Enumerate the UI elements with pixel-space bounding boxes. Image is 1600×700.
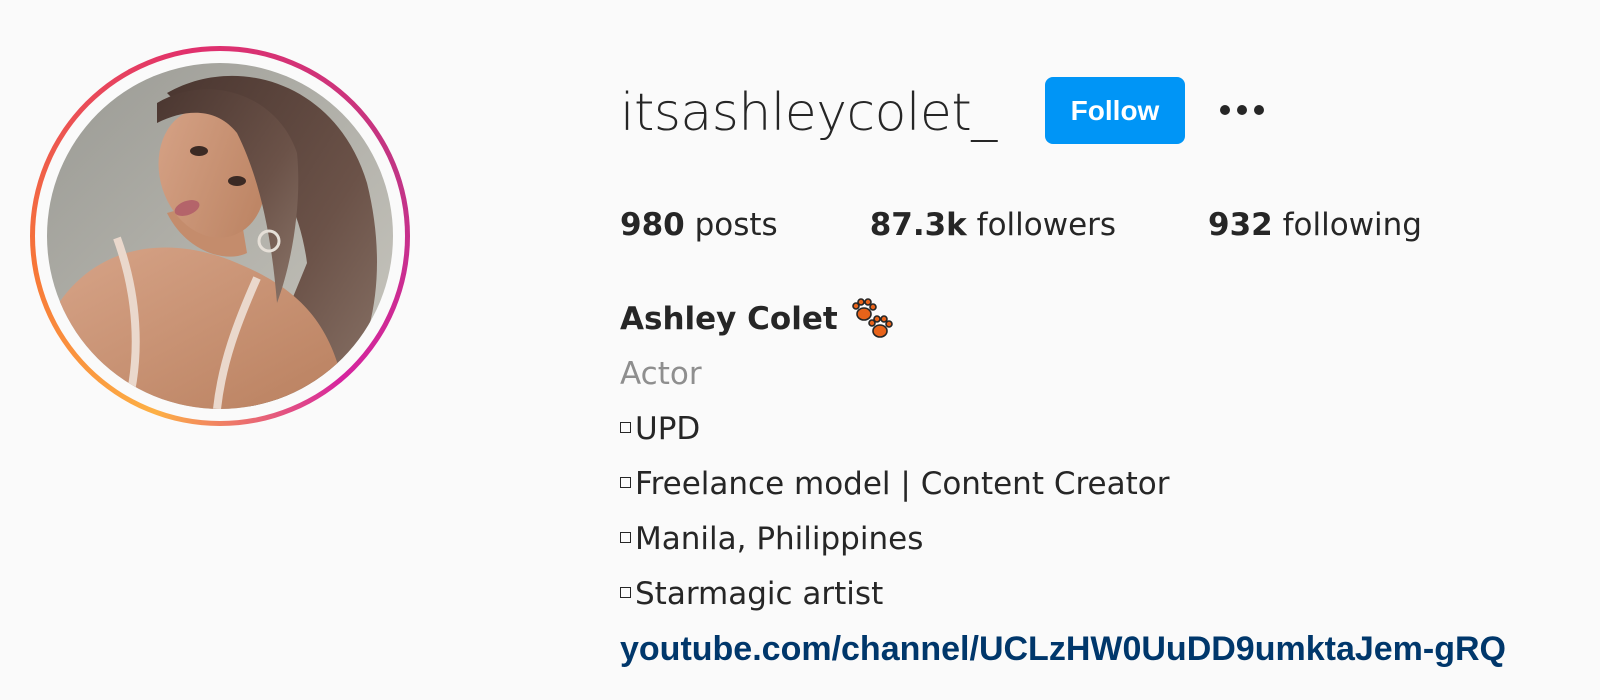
bio-line-text: Freelance model | Content Creator xyxy=(635,466,1170,502)
bio-link[interactable]: youtube.com/channel/UCLzHW0UuDD9umktaJem… xyxy=(620,630,1506,668)
username: itsashleycolet_ xyxy=(620,83,997,143)
profile-stats: 980 posts 87.3k followers 932 following xyxy=(620,200,1422,250)
bio-link-row: youtube.com/channel/UCLzHW0UuDD9umktaJem… xyxy=(620,622,1580,677)
bullet-icon xyxy=(620,477,631,488)
dot-2 xyxy=(1237,105,1247,115)
following-stat[interactable]: 932 following xyxy=(1208,207,1422,243)
bio-line-text: Manila, Philippines xyxy=(635,521,924,557)
posts-count: 980 xyxy=(620,207,685,243)
avatar-gap xyxy=(35,51,405,421)
follow-button[interactable]: Follow xyxy=(1045,77,1185,144)
more-options-icon[interactable] xyxy=(1212,90,1272,130)
followers-label: followers xyxy=(966,207,1117,243)
full-name-row: Ashley Colet xyxy=(620,292,1580,347)
bullet-icon xyxy=(620,587,631,598)
paw-prints-icon xyxy=(851,297,893,338)
profile-page: itsashleycolet_ Follow 980 posts 87.3k f… xyxy=(0,0,1600,700)
followers-stat[interactable]: 87.3k followers xyxy=(870,207,1116,243)
bio-line: UPD xyxy=(620,402,1580,457)
bio-line-text: Starmagic artist xyxy=(635,576,884,612)
bio-line: Starmagic artist xyxy=(620,567,1580,622)
following-label: following xyxy=(1272,207,1422,243)
dot-1 xyxy=(1220,105,1230,115)
followers-count: 87.3k xyxy=(869,207,967,243)
following-count: 932 xyxy=(1208,207,1273,243)
bullet-icon xyxy=(620,422,631,433)
bullet-icon xyxy=(620,532,631,543)
bio-line-text: UPD xyxy=(635,411,701,447)
bio: Ashley Colet Actor UPD Freelance model | xyxy=(620,292,1580,677)
posts-label: posts xyxy=(684,207,778,243)
category: Actor xyxy=(620,356,702,392)
posts-stat[interactable]: 980 posts xyxy=(620,207,778,243)
full-name: Ashley Colet xyxy=(620,301,838,337)
story-ring[interactable] xyxy=(30,46,410,426)
bio-line: Freelance model | Content Creator xyxy=(620,457,1580,512)
bio-line: Manila, Philippines xyxy=(620,512,1580,567)
dot-3 xyxy=(1254,105,1264,115)
avatar[interactable] xyxy=(47,63,393,409)
